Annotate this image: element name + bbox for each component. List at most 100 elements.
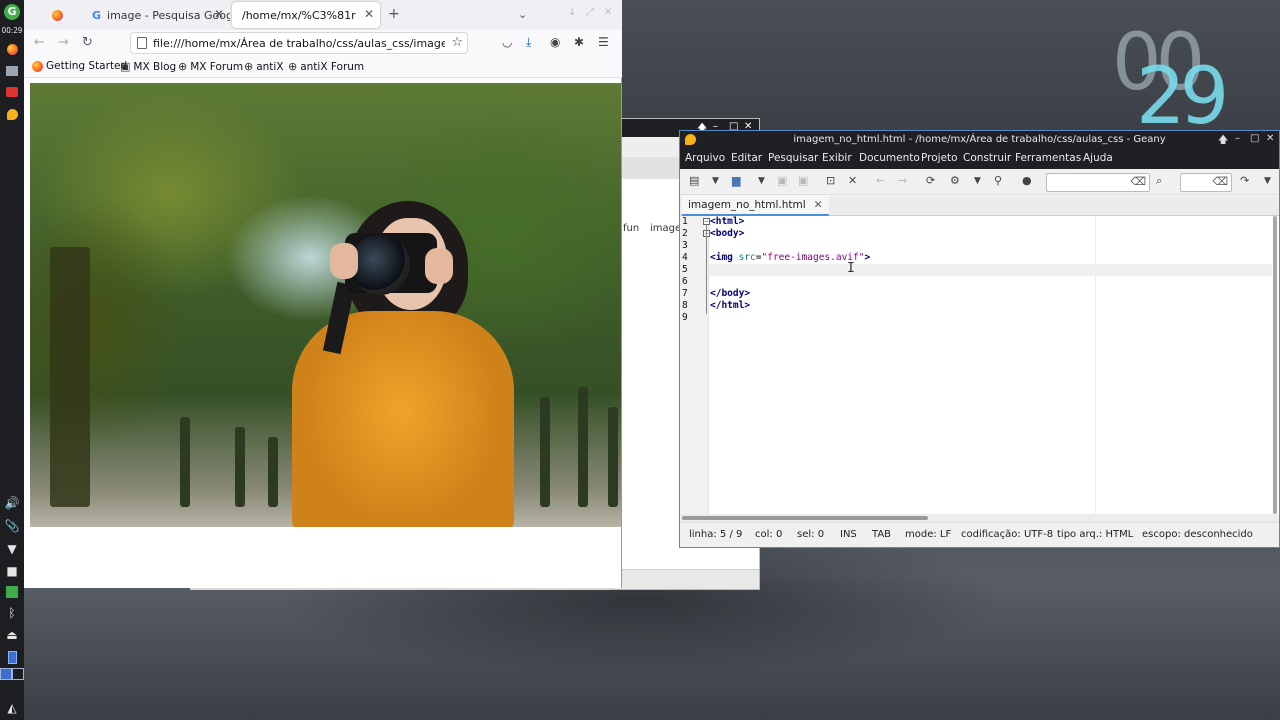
close-file-icon[interactable]: ✕ xyxy=(848,174,857,187)
file-label[interactable]: fun xyxy=(623,223,639,234)
long-line-marker xyxy=(1095,216,1096,514)
desktop-panel: G 00:29 🔊 📎 ▼ ■ ᛒ ⏏ ◭ xyxy=(0,0,24,720)
close-tab-icon[interactable]: ✕ xyxy=(364,7,374,21)
menu-ajuda[interactable]: Ajuda xyxy=(1083,152,1113,164)
build-icon[interactable]: ⚙ xyxy=(950,174,960,187)
menu-pesquisar[interactable]: Pesquisar xyxy=(768,152,818,164)
close-tab-icon[interactable]: ✕ xyxy=(814,199,823,211)
close-icon[interactable]: ✕ xyxy=(1266,133,1274,144)
line-number: 5 xyxy=(682,264,688,275)
maximize-icon[interactable]: ⤢ xyxy=(586,7,594,18)
forward-icon[interactable]: → xyxy=(898,174,907,187)
file-manager-icon[interactable] xyxy=(3,62,21,80)
status-col: col: 0 xyxy=(755,529,783,540)
shade-icon[interactable]: 🡅 xyxy=(1218,133,1228,150)
goto-line-input[interactable]: ⌫ xyxy=(1180,173,1232,192)
menu-icon[interactable]: G xyxy=(3,3,21,21)
chevron-down-icon[interactable]: ⌄ xyxy=(518,8,527,21)
eject-icon[interactable]: ⏏ xyxy=(3,626,21,644)
run-icon[interactable]: ⚲ xyxy=(994,174,1002,187)
extensions-icon[interactable]: ✱ xyxy=(574,35,584,49)
horizontal-scrollbar[interactable] xyxy=(680,514,1279,522)
save-all-icon[interactable]: ▣ xyxy=(798,174,808,187)
maximize-icon[interactable]: □ xyxy=(1250,133,1259,144)
updater-icon[interactable] xyxy=(3,583,21,601)
line-number: 9 xyxy=(682,312,688,323)
open-folder-icon[interactable]: ▆ xyxy=(732,174,740,187)
menu-documento[interactable]: Documento xyxy=(859,152,920,164)
clear-icon[interactable]: ⌫ xyxy=(1212,175,1228,188)
chevron-down-icon[interactable]: ▼ xyxy=(1264,176,1271,186)
vertical-scrollbar[interactable] xyxy=(1272,216,1278,514)
revert-icon[interactable]: ⊡ xyxy=(826,174,835,187)
chevron-down-icon[interactable]: ▼ xyxy=(974,176,981,186)
bookmark-antix[interactable]: ⊕ antiX xyxy=(244,60,284,73)
search-input[interactable]: ⌫ xyxy=(1046,173,1150,192)
recorder-icon[interactable] xyxy=(3,83,21,101)
image-icon: ▣ xyxy=(120,60,131,73)
close-window-icon[interactable]: ✕ xyxy=(604,7,612,18)
network-icon[interactable]: ▼ xyxy=(3,540,21,558)
back-icon[interactable]: ← xyxy=(34,35,45,50)
tab-google-search[interactable]: G image - Pesquisa Google ✕ xyxy=(82,2,230,28)
forward-icon[interactable]: → xyxy=(58,35,69,50)
downloads-icon[interactable]: ⤓ xyxy=(526,35,531,50)
search-icon[interactable]: ⌕ xyxy=(1156,174,1162,188)
bookmark-antix-forum[interactable]: ⊕ antiX Forum xyxy=(288,60,364,73)
navigation-bar: ← → ↻ file:///home/mx/Área de trabalho/c… xyxy=(24,30,622,56)
color-chooser-icon[interactable]: ● xyxy=(1022,174,1032,187)
status-encoding: codificação: UTF-8 xyxy=(961,529,1054,540)
bookmark-star-icon[interactable]: ☆ xyxy=(451,35,463,50)
line-number: 8 xyxy=(682,300,688,311)
url-bar[interactable]: file:///home/mx/Área de trabalho/css/aul… xyxy=(130,32,468,54)
tab-firefox[interactable] xyxy=(42,2,82,28)
goto-icon[interactable]: ↷ xyxy=(1240,174,1249,187)
tab-local-file[interactable]: /home/mx/%C3%81rea%20de ✕ xyxy=(232,2,380,28)
menu-exibir[interactable]: Exibir xyxy=(822,152,852,164)
menu-editar[interactable]: Editar xyxy=(731,152,762,164)
chevron-down-icon[interactable]: ▼ xyxy=(758,176,765,186)
geany-window[interactable]: imagem_no_html.html - /home/mx/Área de t… xyxy=(679,130,1280,548)
url-text[interactable]: file:///home/mx/Área de trabalho/css/aul… xyxy=(153,37,445,50)
tab-imagem-no-html[interactable]: imagem_no_html.html ✕ xyxy=(682,196,829,216)
volume-icon[interactable]: 🔊 xyxy=(3,494,21,512)
bluetooth-icon[interactable]: ᛒ xyxy=(3,604,21,622)
clear-icon[interactable]: ⌫ xyxy=(1130,175,1146,188)
new-tab-icon[interactable]: + xyxy=(388,6,400,22)
workspace-switcher[interactable] xyxy=(0,668,24,680)
back-icon[interactable]: ← xyxy=(876,174,885,187)
google-icon: G xyxy=(92,8,102,22)
bookmark-mx-forum[interactable]: ⊕ MX Forum xyxy=(178,60,243,73)
status-ins[interactable]: INS xyxy=(840,529,857,540)
firefox-window[interactable]: G image - Pesquisa Google ✕ /home/mx/%C3… xyxy=(24,0,622,588)
fold-marker-icon[interactable]: − xyxy=(703,218,710,225)
code-editor[interactable]: 1 2 3 4 5 6 7 8 9 − − <html> <body> <img… xyxy=(680,216,1279,514)
menu-ferramentas[interactable]: Ferramentas xyxy=(1015,152,1081,164)
menu-projeto[interactable]: Projeto xyxy=(921,152,958,164)
menu-arquivo[interactable]: Arquivo xyxy=(685,152,725,164)
new-file-icon[interactable]: ▤ xyxy=(689,174,699,187)
firefox-launcher-icon[interactable] xyxy=(3,40,21,58)
mx-logo-icon[interactable]: ◭ xyxy=(3,699,21,717)
compile-icon[interactable]: ⟳ xyxy=(926,174,935,187)
panel-clock[interactable]: 00:29 xyxy=(0,26,24,35)
account-icon[interactable]: ◉ xyxy=(550,35,560,49)
close-tab-icon[interactable]: ✕ xyxy=(214,7,224,21)
minimize-icon[interactable]: ↓ xyxy=(568,7,576,18)
geany-launcher-icon[interactable] xyxy=(3,105,21,123)
menu-construir[interactable]: Construir xyxy=(963,152,1011,164)
geany-titlebar[interactable]: imagem_no_html.html - /home/mx/Área de t… xyxy=(680,131,1279,149)
minimize-icon[interactable]: – xyxy=(1235,133,1240,144)
camera-icon[interactable]: ■ xyxy=(3,562,21,580)
bookmark-getting-started[interactable]: Getting Started xyxy=(32,60,127,72)
chevron-down-icon[interactable]: ▼ xyxy=(712,176,719,186)
hamburger-menu-icon[interactable]: ☰ xyxy=(598,35,609,49)
clipboard-icon[interactable]: 📎 xyxy=(3,517,21,535)
save-icon[interactable]: ▣ xyxy=(777,174,787,187)
status-line: linha: 5 / 9 xyxy=(689,529,743,540)
current-line-highlight xyxy=(709,264,1274,276)
battery-icon[interactable] xyxy=(3,648,21,666)
bookmark-mx-blog[interactable]: ▣ MX Blog xyxy=(120,60,176,73)
reload-icon[interactable]: ↻ xyxy=(82,35,93,50)
pocket-icon[interactable]: ◡ xyxy=(502,35,512,49)
